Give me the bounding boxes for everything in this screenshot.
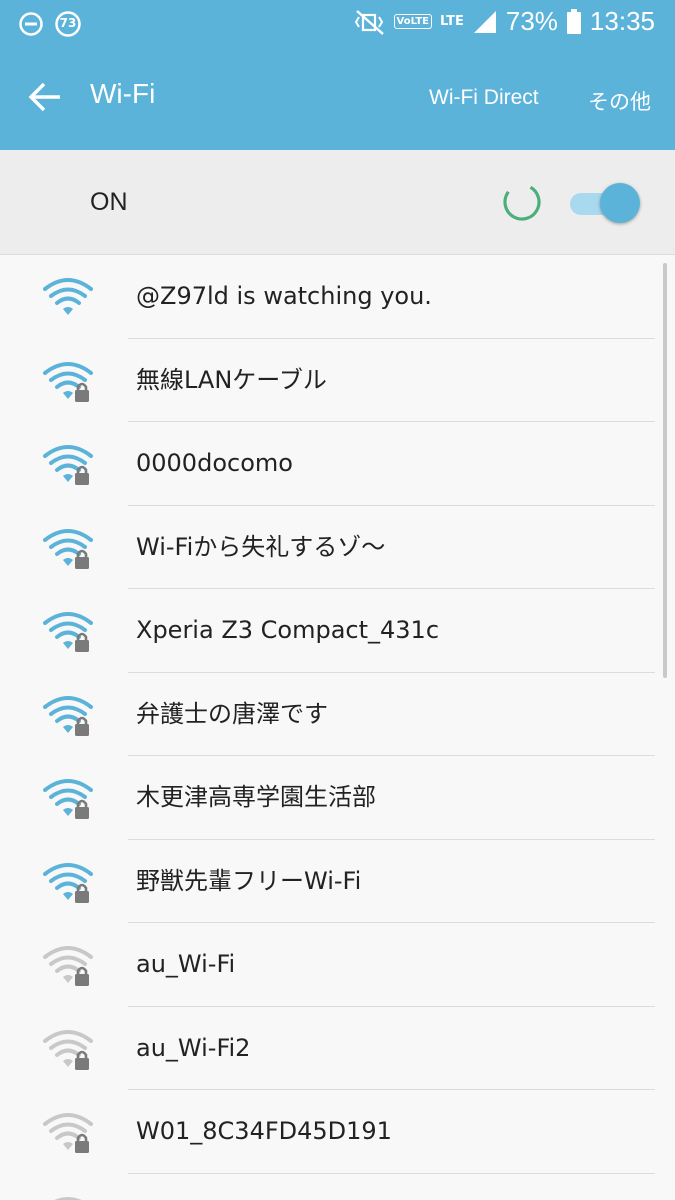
network-ssid: 無線LANケーブル	[136, 365, 327, 394]
notification-badge-count: 73	[59, 16, 77, 30]
network-row[interactable]: 無線LANケーブル	[0, 339, 675, 422]
lock-icon	[75, 1133, 89, 1153]
network-row[interactable]	[0, 1174, 675, 1200]
do-not-disturb-icon	[19, 12, 43, 36]
page-title: Wi-Fi	[90, 78, 156, 109]
vibrate-mute-icon	[354, 9, 384, 35]
toggle-knob	[600, 183, 640, 223]
network-ssid: W01_8C34FD45D191	[136, 1117, 392, 1145]
wifi-direct-button[interactable]: Wi-Fi Direct	[429, 86, 539, 110]
arrow-left-icon[interactable]	[28, 80, 62, 114]
network-row[interactable]: W01_8C34FD45D191	[0, 1090, 675, 1174]
battery-icon	[566, 8, 581, 34]
wifi-switch-label: ON	[90, 188, 128, 216]
volte-badge: VoLTE	[393, 14, 432, 29]
network-row[interactable]: au_Wi-Fi	[0, 923, 675, 1007]
status-bar: 73 VoLTE LTE 73% 13:35	[0, 0, 675, 48]
app-bar: Wi-Fi Wi-Fi Direct その他	[0, 48, 675, 150]
wifi-signal-locked-icon	[43, 946, 93, 986]
network-ssid: Xperia Z3 Compact_431c	[136, 616, 440, 644]
battery-percent: 73%	[505, 6, 558, 36]
network-ssid: 弁護士の唐澤です	[136, 699, 328, 728]
wifi-signal-locked-icon	[43, 528, 93, 569]
lock-icon	[75, 549, 89, 569]
network-row[interactable]: 弁護士の唐澤です	[0, 673, 675, 756]
wifi-master-switch-row[interactable]: ON	[0, 150, 675, 255]
lock-icon	[75, 632, 89, 652]
wifi-signal-locked-icon	[53, 1196, 83, 1200]
scrollbar[interactable]	[663, 263, 667, 678]
network-row[interactable]: Xperia Z3 Compact_431c	[0, 589, 675, 673]
network-row[interactable]: 木更津高専学園生活部	[0, 756, 675, 840]
network-ssid: @Z97ld is watching you.	[136, 282, 432, 310]
network-row[interactable]: Wi-Fiから失礼するゾ〜	[0, 506, 675, 589]
wifi-signal-locked-icon	[43, 779, 93, 819]
network-row[interactable]: @Z97ld is watching you.	[0, 255, 675, 339]
lte-indicator: LTE	[439, 14, 464, 29]
more-options-button[interactable]: その他	[588, 86, 651, 116]
cell-signal-icon	[473, 10, 496, 33]
clock: 13:35	[589, 6, 655, 36]
wifi-signal-locked-icon	[43, 695, 93, 736]
wifi-signal-locked-icon	[43, 361, 93, 402]
wifi-signal-locked-icon	[43, 862, 93, 903]
network-ssid: 野獣先輩フリーWi-Fi	[136, 866, 362, 895]
wifi-signal-locked-icon	[43, 612, 93, 652]
lock-icon	[75, 716, 89, 736]
network-ssid: Wi-Fiから失礼するゾ〜	[136, 532, 386, 561]
wifi-toggle-switch[interactable]	[568, 183, 642, 223]
lock-icon	[75, 883, 89, 903]
lock-icon	[75, 382, 89, 402]
wifi-signal-locked-icon	[43, 445, 93, 485]
network-list: @Z97ld is watching you. 無線LANケーブル 0000doco…	[0, 255, 675, 1200]
network-ssid: 木更津高専学園生活部	[136, 783, 376, 811]
wifi-signal-icon	[43, 278, 93, 315]
wifi-signal-locked-icon	[43, 1113, 93, 1153]
scanning-progress-icon	[503, 183, 541, 221]
network-row[interactable]: 0000docomo	[0, 422, 675, 506]
network-ssid: au_Wi-Fi2	[136, 1033, 251, 1062]
wifi-signal-locked-icon	[43, 1029, 93, 1070]
notification-badge: 73	[54, 10, 82, 38]
network-ssid: au_Wi-Fi	[136, 950, 236, 978]
network-row[interactable]: au_Wi-Fi2	[0, 1007, 675, 1090]
lock-icon	[75, 465, 89, 485]
network-ssid: 0000docomo	[136, 449, 293, 477]
lock-icon	[75, 966, 89, 986]
lock-icon	[75, 799, 89, 819]
lock-icon	[75, 1050, 89, 1070]
network-row[interactable]: 野獣先輩フリーWi-Fi	[0, 840, 675, 923]
